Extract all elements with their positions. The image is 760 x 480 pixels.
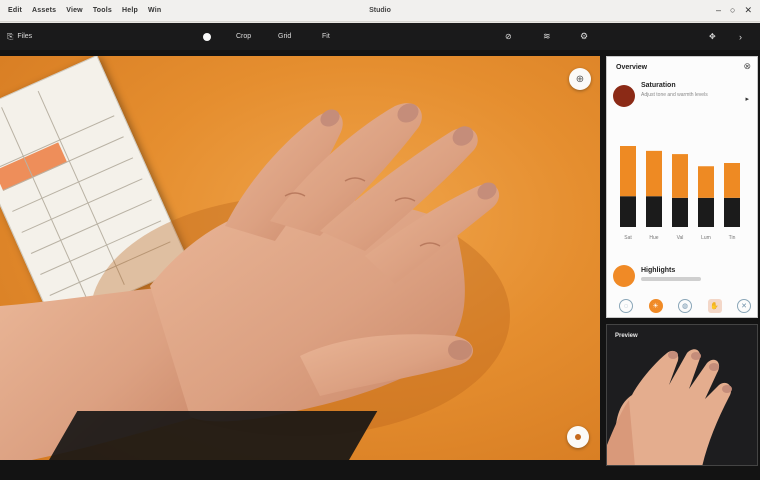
chart-bar-sat-s0: [620, 146, 636, 197]
workspace: ⊕ Overview ⊗ Saturation Adjust tone and …: [0, 50, 760, 480]
saturation-description: Adjust tone and warmth levels: [641, 92, 708, 98]
record-button[interactable]: [203, 23, 211, 50]
drop-icon[interactable]: ◍: [678, 299, 692, 313]
close-icon[interactable]: ✕: [744, 6, 752, 15]
toolbar: ⎘ Files Crop Grid Fit ⊘ ≋ ⚙ ✥ ›: [0, 23, 760, 50]
chart-bar-sat-s1: [620, 196, 636, 227]
chart-tick-label: Sat: [624, 235, 632, 241]
circle-icon[interactable]: ◌: [619, 299, 633, 313]
chart-tick-label: Val: [677, 235, 684, 241]
chart-bar-tin-s0: [724, 163, 740, 198]
search-icon[interactable]: ⊘: [505, 23, 512, 50]
chart-bar-val-s0: [672, 154, 688, 198]
chart-bar-hue-s0: [646, 150, 662, 197]
preview-panel[interactable]: Preview: [606, 324, 758, 466]
cast-shadow: [42, 411, 378, 460]
files-label: Files: [17, 33, 33, 40]
close-icon[interactable]: ✕: [737, 299, 751, 313]
file-icon: ⎘: [7, 31, 14, 41]
menu-tools[interactable]: Tools: [93, 7, 112, 14]
chart-bar-tin-s1: [724, 197, 740, 227]
window-controls: – ○ ✕: [716, 6, 752, 15]
grid-button[interactable]: Grid: [278, 23, 291, 50]
brush-icon[interactable]: [567, 426, 589, 448]
chart-bar-hue-s1: [646, 196, 662, 227]
accent-swatch[interactable]: [613, 265, 635, 287]
menu-help[interactable]: Help: [122, 7, 138, 14]
maximize-icon[interactable]: ○: [730, 6, 735, 15]
crop-label: Crop: [236, 33, 252, 40]
sun-icon[interactable]: ☀: [648, 299, 663, 313]
highlights-title: Highlights: [641, 267, 676, 274]
adjustments-panel: Overview ⊗ Saturation Adjust tone and wa…: [606, 56, 758, 318]
close-panel-icon[interactable]: ⊗: [743, 61, 751, 72]
pin-icon[interactable]: ✥: [709, 23, 716, 50]
panel-title: Overview: [616, 64, 648, 71]
menu-list: Edit Assets View Tools Help Win: [0, 7, 161, 14]
chart-bar-lum-s0: [698, 166, 714, 198]
hand-icon[interactable]: ✋: [707, 299, 722, 313]
chart-bar-val-s1: [672, 197, 688, 227]
image-canvas[interactable]: ⊕: [0, 56, 600, 460]
avatar: [613, 85, 635, 107]
chevron-right-icon[interactable]: ▸: [745, 95, 749, 103]
files-menu[interactable]: ⎘ Files: [7, 23, 32, 50]
fit-button[interactable]: Fit: [322, 23, 330, 50]
layers-icon[interactable]: ≋: [543, 23, 551, 50]
menubar: Edit Assets View Tools Help Win Studio –…: [0, 0, 760, 22]
panel-icon-row: ◌ ☀ ◍ ✋ ✕: [619, 299, 751, 313]
menu-edit[interactable]: Edit: [8, 7, 22, 14]
chart-tick-label: Lum: [701, 235, 711, 241]
hand-illustration: [0, 103, 510, 460]
minimize-icon[interactable]: –: [716, 6, 721, 15]
saturation-title: Saturation: [641, 82, 676, 89]
preview-hand-illustration: [607, 349, 732, 465]
menu-assets[interactable]: Assets: [32, 7, 56, 14]
highlights-bar: [641, 277, 701, 281]
chart-tick-label: Tin: [729, 235, 736, 241]
crop-button[interactable]: Crop: [236, 23, 251, 50]
menu-win[interactable]: Win: [148, 7, 161, 14]
levels-chart: Sat Hue Val Lum Tin: [620, 146, 740, 241]
collapse-icon[interactable]: ›: [739, 23, 742, 50]
menu-view[interactable]: View: [66, 7, 83, 14]
fit-label: Fit: [322, 33, 330, 40]
chart-bar-lum-s1: [698, 197, 714, 227]
record-icon: [203, 32, 211, 41]
settings-icon[interactable]: ⚙: [580, 23, 588, 50]
chart-tick-label: Hue: [649, 235, 658, 241]
zoom-icon[interactable]: ⊕: [569, 68, 591, 90]
grid-label: Grid: [278, 33, 292, 40]
